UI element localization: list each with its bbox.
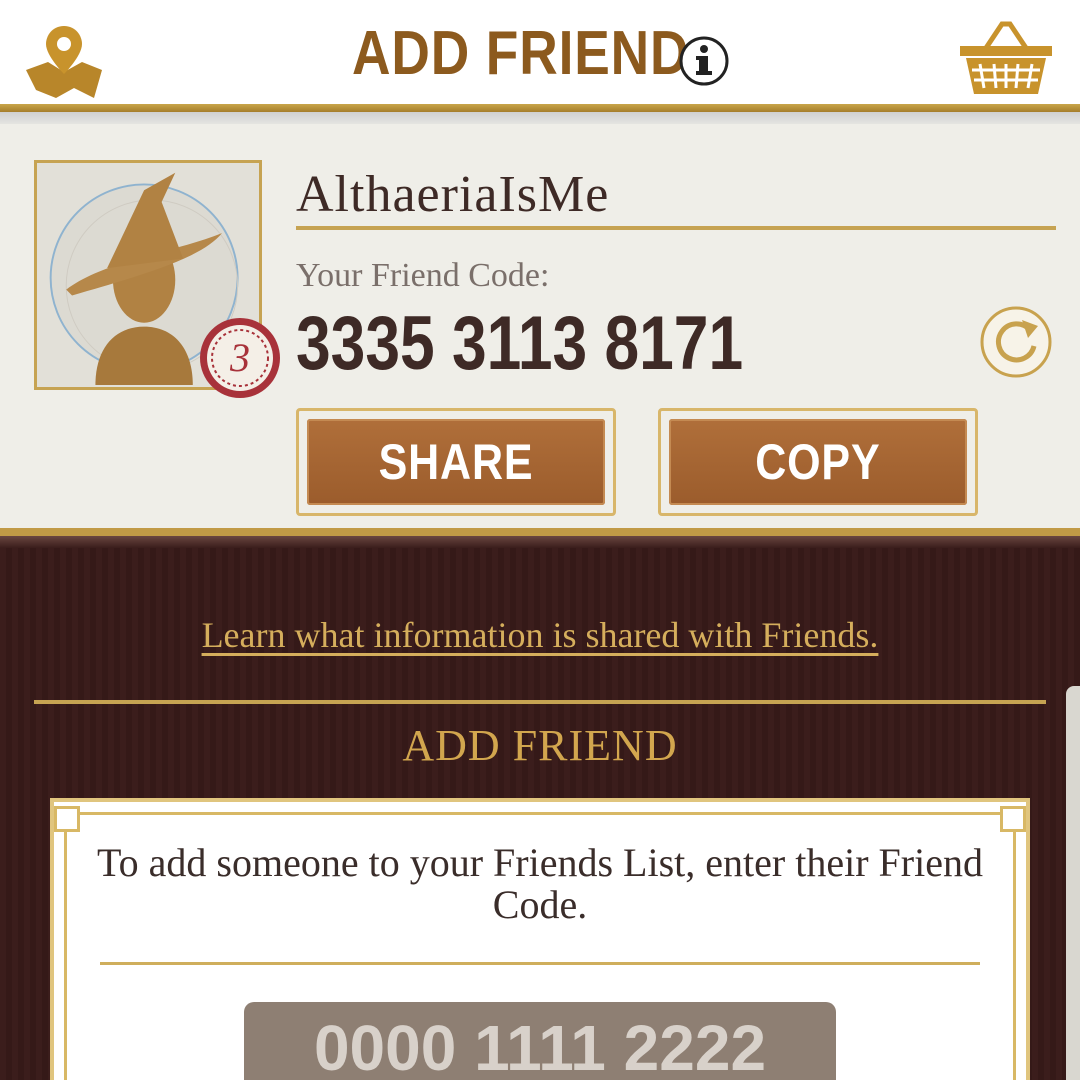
username-divider xyxy=(296,226,1056,230)
page-title: ADD FRIEND xyxy=(352,19,690,88)
card-divider xyxy=(100,962,980,965)
friend-code-input[interactable] xyxy=(244,1002,836,1080)
level-number: 3 xyxy=(230,335,250,380)
basket-icon[interactable] xyxy=(956,18,1056,98)
copy-button-label: COPY xyxy=(755,434,881,490)
copy-button-face: COPY xyxy=(669,419,967,505)
header-divider xyxy=(0,104,1080,112)
info-sharing-link[interactable]: Learn what information is shared with Fr… xyxy=(0,610,1080,660)
profile-shadow xyxy=(0,536,1080,548)
card-corner-ornament xyxy=(1000,806,1026,832)
friend-code-label: Your Friend Code: xyxy=(296,257,550,294)
friend-code-value: 3335 3113 8171 xyxy=(296,301,744,386)
card-corner-ornament xyxy=(54,806,80,832)
profile-divider xyxy=(0,528,1080,536)
share-button-face: SHARE xyxy=(307,419,605,505)
share-button[interactable]: SHARE xyxy=(296,408,616,516)
refresh-icon[interactable] xyxy=(978,306,1054,378)
add-friend-instructions: To add someone to your Friends List, ent… xyxy=(97,840,983,927)
section-divider xyxy=(34,700,1046,704)
share-button-label: SHARE xyxy=(378,434,534,490)
copy-button[interactable]: COPY xyxy=(658,408,978,516)
info-icon[interactable] xyxy=(678,35,730,87)
add-friend-heading: ADD FRIEND xyxy=(402,721,678,770)
map-pin-icon[interactable] xyxy=(22,22,106,100)
username: AlthaeriaIsMe xyxy=(296,166,610,223)
